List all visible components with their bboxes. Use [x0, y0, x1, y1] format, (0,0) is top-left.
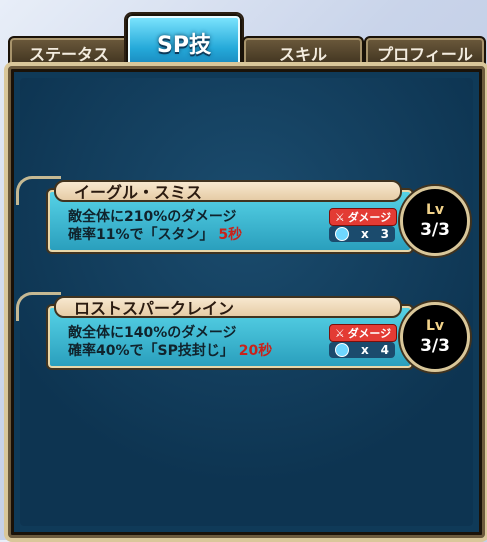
cost-value: 4 — [380, 343, 389, 357]
skill-desc-line2: 確率40%で「SP技封じ」 20秒 — [68, 342, 272, 360]
skill-description: 敵全体に140%のダメージ 確率40%で「SP技封じ」 20秒 — [68, 324, 272, 360]
tab-bar: ステータス SP技 スキル プロフィール — [0, 0, 487, 72]
skill-desc-line2-text: 確率40%で「SP技封じ」 — [68, 343, 234, 359]
damage-badge: ⚔ ダメージ — [329, 208, 397, 226]
tab-sp-skill-label: SP技 — [157, 33, 211, 58]
level-value: 3/3 — [420, 220, 450, 240]
skill-duration: 20秒 — [238, 343, 273, 359]
skill-desc-line2-text: 確率11%で「スタン」 — [68, 227, 214, 243]
cost-x: x — [360, 227, 369, 241]
skill-desc-line1: 敵全体に210%のダメージ — [68, 209, 237, 225]
level-label: Lv — [425, 318, 445, 334]
skill-card[interactable]: イーグル・スミス 敵全体に210%のダメージ 確率11%で「スタン」 5秒 ⚔ … — [14, 176, 470, 256]
sword-icon: ⚔ — [334, 326, 345, 340]
damage-badge-label: ダメージ — [347, 327, 392, 340]
cost-x: x — [360, 343, 369, 357]
skill-desc-line1: 敵全体に140%のダメージ — [68, 325, 237, 341]
skill-desc-line2: 確率11%で「スタン」 5秒 — [68, 226, 242, 244]
damage-badge: ⚔ ダメージ — [329, 324, 397, 342]
clock-icon — [335, 343, 349, 357]
skill-description: 敵全体に210%のダメージ 確率11%で「スタン」 5秒 — [68, 208, 242, 244]
cost-value: 3 — [380, 227, 389, 241]
skill-name: イーグル・スミス — [54, 180, 402, 202]
damage-badge-label: ダメージ — [347, 211, 392, 224]
skill-name: ロストスパークレイン — [54, 296, 402, 318]
level-value: 3/3 — [420, 336, 450, 356]
level-badge: Lv 3/3 — [400, 186, 470, 256]
sp-cost: x 4 — [329, 342, 395, 358]
skill-card[interactable]: ロストスパークレイン 敵全体に140%のダメージ 確率40%で「SP技封じ」 2… — [14, 292, 470, 372]
level-label: Lv — [425, 202, 445, 218]
sp-cost: x 3 — [329, 226, 395, 242]
clock-icon — [335, 227, 349, 241]
sword-icon: ⚔ — [334, 210, 345, 224]
level-badge: Lv 3/3 — [400, 302, 470, 372]
skill-duration: 5秒 — [218, 227, 243, 243]
